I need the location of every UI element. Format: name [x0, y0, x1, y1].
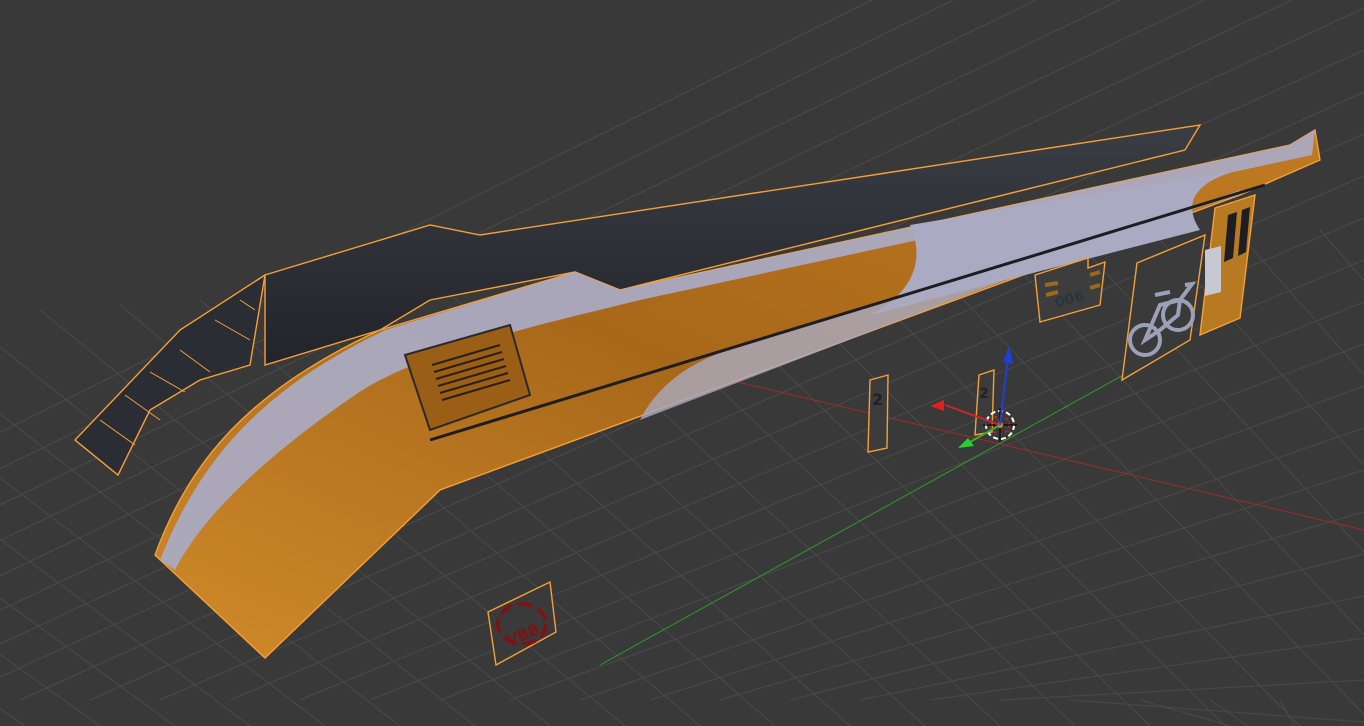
- grid-line: [0, 654, 101, 726]
- bicycle-sign[interactable]: [1121, 233, 1206, 382]
- z-arrow-icon[interactable]: [1003, 345, 1013, 364]
- grid-line: [0, 597, 176, 726]
- grid-line: [1319, 229, 1364, 282]
- grid-line: [1139, 699, 1232, 726]
- 3d-viewport[interactable]: VBB 2 2 006: [0, 0, 1364, 726]
- vbb-logo-plane[interactable]: VBB: [487, 580, 557, 667]
- line-number-a: 2: [872, 390, 883, 409]
- grid-line: [509, 385, 1364, 701]
- rear-door-panel[interactable]: [1199, 193, 1256, 337]
- line-sign-a[interactable]: 2: [867, 374, 889, 453]
- y-arrow-icon[interactable]: [958, 438, 974, 448]
- grid-line: [839, 259, 1301, 726]
- grid-line: [0, 708, 26, 726]
- grid-line: [1239, 234, 1364, 376]
- line-number-b: 2: [979, 386, 989, 402]
